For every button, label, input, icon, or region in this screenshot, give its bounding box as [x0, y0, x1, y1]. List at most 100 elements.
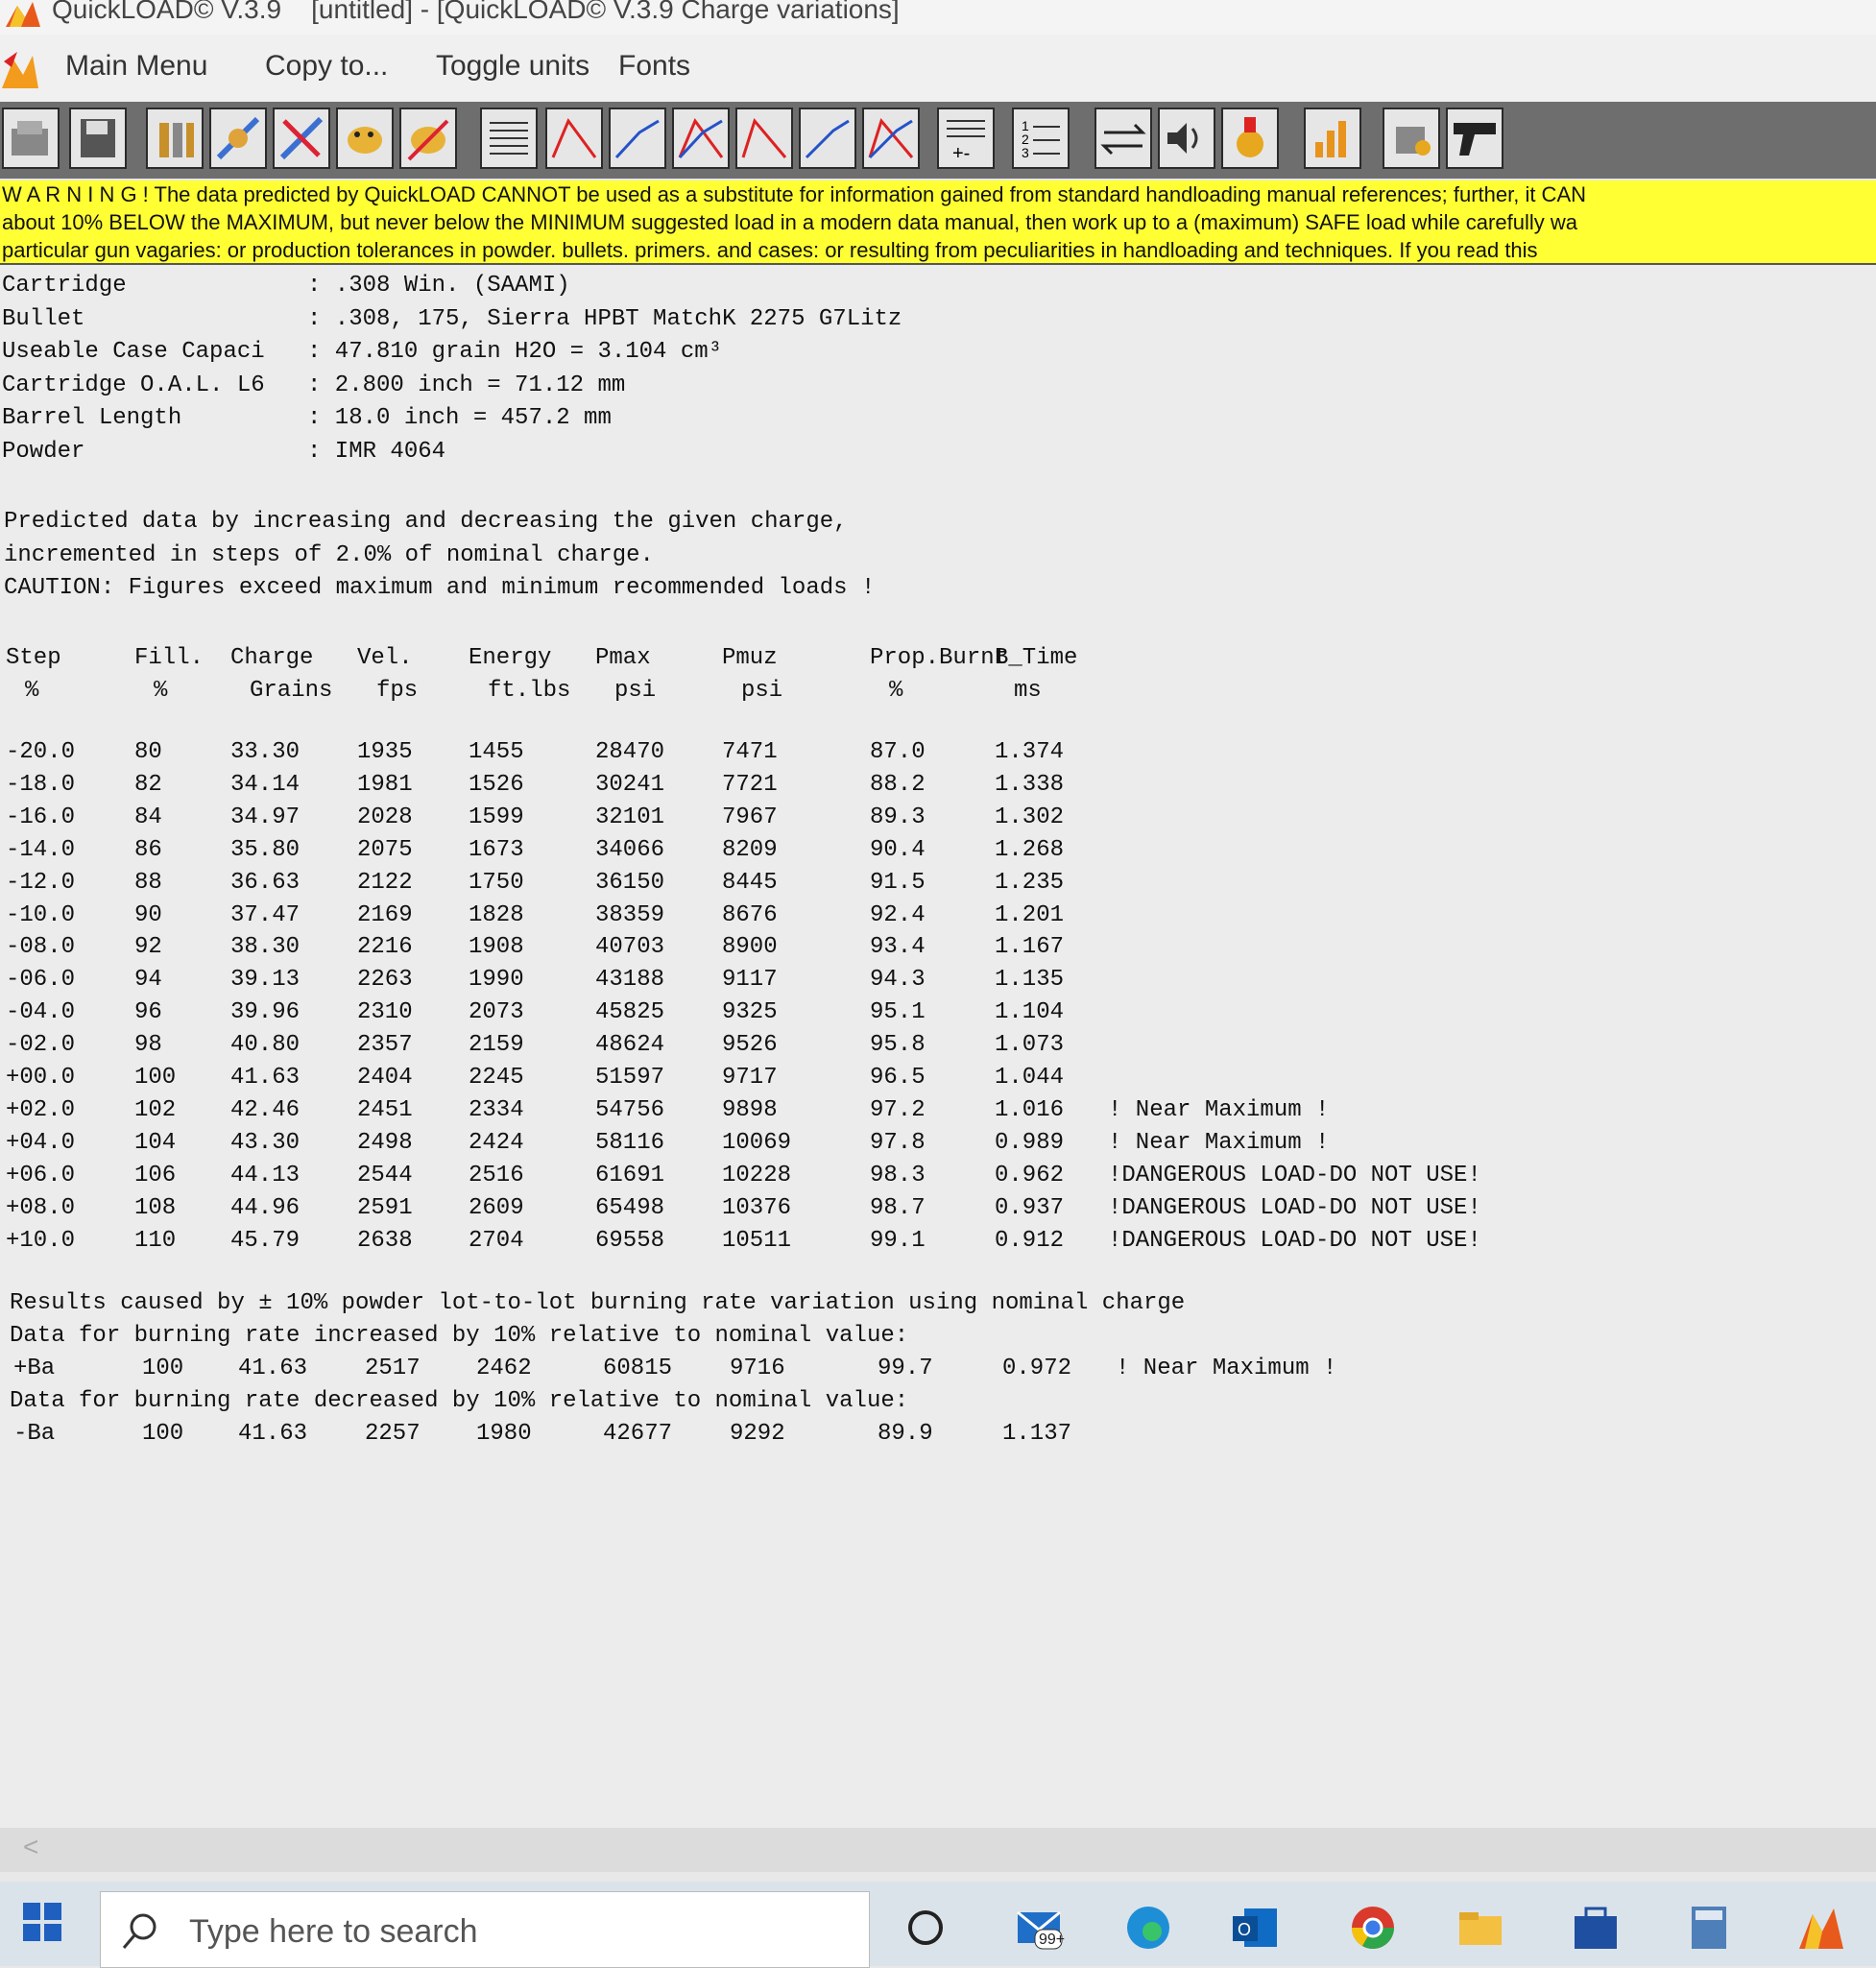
- warning-banner: W A R N I N G ! The data predicted by Qu…: [0, 180, 1876, 266]
- file-explorer-icon[interactable]: [1455, 1903, 1505, 1953]
- table-cell: 1750: [469, 869, 524, 896]
- combined-curve-icon[interactable]: [672, 108, 730, 169]
- table-cell: 1455: [469, 739, 524, 765]
- table-plus-icon[interactable]: +-: [937, 108, 995, 169]
- table-cell: 2216: [357, 934, 413, 961]
- column-unit: %: [889, 678, 903, 704]
- combined-curve-2-icon[interactable]: [862, 108, 920, 169]
- table-cell: 38.30: [230, 934, 301, 961]
- table-cell: 1.044: [995, 1065, 1065, 1091]
- table-cell: 40703: [595, 934, 665, 961]
- table-cell: 88.2: [870, 771, 926, 798]
- table-cell: 1908: [469, 934, 524, 961]
- table-cell: 1673: [469, 836, 524, 863]
- table-cell: 97.8: [870, 1129, 926, 1156]
- menu-fonts[interactable]: Fonts: [618, 50, 690, 83]
- column-unit: fps: [376, 678, 419, 704]
- menu-toggle-units[interactable]: Toggle units: [436, 50, 589, 83]
- column-unit: %: [154, 678, 168, 704]
- quickload-taskbar-icon[interactable]: [1795, 1903, 1845, 1953]
- table-cell: 2169: [357, 901, 413, 928]
- store-icon[interactable]: [1571, 1903, 1621, 1953]
- data-table-icon[interactable]: [480, 108, 538, 169]
- save-icon[interactable]: [69, 108, 127, 169]
- results-text-area[interactable]: Cartridge : .308 Win. (SAAMI) Bullet : .3…: [0, 265, 1876, 1828]
- table-cell: 2404: [357, 1065, 413, 1091]
- sound-icon[interactable]: [1158, 108, 1215, 169]
- menu-copy-to[interactable]: Copy to...: [265, 50, 388, 83]
- table-cell: 95.1: [870, 999, 926, 1026]
- info-label: Bullet: [2, 305, 265, 332]
- pressure-curve-2-icon[interactable]: [735, 108, 793, 169]
- table-cell: 96.5: [870, 1065, 926, 1091]
- bullet-delete-icon[interactable]: [273, 108, 330, 169]
- svg-text:+-: +-: [952, 143, 970, 164]
- table-cell: 89.9: [878, 1421, 933, 1447]
- table-cell: 2310: [357, 999, 413, 1026]
- taskbar-search-box[interactable]: Type here to search: [100, 1891, 870, 1968]
- table-cell: 0.989: [995, 1129, 1065, 1156]
- table-cell: 89.3: [870, 804, 926, 830]
- table-cell: 1828: [469, 901, 524, 928]
- convert-icon[interactable]: [1094, 108, 1152, 169]
- table-cell: 1.073: [995, 1032, 1065, 1059]
- table-cell: 7721: [722, 771, 778, 798]
- row-warning: !DANGEROUS LOAD-DO NOT USE!: [1108, 1227, 1481, 1254]
- velocity-curve-icon[interactable]: [609, 108, 666, 169]
- velocity-curve-2-icon[interactable]: [799, 108, 856, 169]
- table-cell: 43188: [595, 967, 665, 994]
- table-cell: 2257: [365, 1421, 421, 1447]
- column-header: Prop.Burnt: [870, 645, 1009, 671]
- toolbar: +- 123: [0, 102, 1876, 179]
- task-view-icon[interactable]: [901, 1903, 950, 1953]
- bar-chart-icon[interactable]: [1304, 108, 1361, 169]
- table-cell: 9526: [722, 1032, 778, 1059]
- table-cell: 96: [134, 999, 162, 1026]
- table-cell: 28470: [595, 739, 665, 765]
- bullet-edit-icon[interactable]: [209, 108, 267, 169]
- table-cell: 2451: [357, 1096, 413, 1123]
- info-label: Useable Case Capaci: [2, 339, 265, 365]
- table-cell: 42.46: [230, 1096, 301, 1123]
- column-header: Charge: [230, 645, 314, 671]
- scroll-left-icon[interactable]: <: [23, 1832, 38, 1862]
- table-cell: 82: [134, 771, 162, 798]
- powder-icon[interactable]: [336, 108, 394, 169]
- menu-app-icon[interactable]: [0, 48, 40, 90]
- quickload-app-icon[interactable]: [4, 0, 42, 29]
- table-cell: 2028: [357, 804, 413, 830]
- table-cell: 2638: [357, 1227, 413, 1254]
- table-cell: 8209: [722, 836, 778, 863]
- windows-start-icon[interactable]: [23, 1903, 61, 1941]
- chrome-icon[interactable]: [1348, 1903, 1398, 1953]
- cartridge-icon[interactable]: [146, 108, 204, 169]
- horizontal-scrollbar[interactable]: <: [0, 1828, 1876, 1872]
- row-warning: ! Near Maximum !: [1108, 1096, 1330, 1123]
- medal-icon[interactable]: [1221, 108, 1279, 169]
- column-header: Pmax: [595, 645, 651, 671]
- table-cell: 39.96: [230, 999, 301, 1026]
- table-cell: 7967: [722, 804, 778, 830]
- table-cell: -12.0: [6, 869, 76, 896]
- edge-icon[interactable]: [1123, 1903, 1173, 1953]
- numbered-list-icon[interactable]: 123: [1012, 108, 1070, 169]
- table-cell: -20.0: [6, 739, 76, 765]
- table-cell: 80: [134, 739, 162, 765]
- table-cell: 44.13: [230, 1162, 301, 1188]
- pressure-curve-icon[interactable]: [545, 108, 603, 169]
- menu-main[interactable]: Main Menu: [65, 50, 207, 83]
- table-cell: +02.0: [6, 1096, 76, 1123]
- table-cell: 100: [142, 1356, 184, 1381]
- outlook-icon[interactable]: O: [1231, 1903, 1281, 1953]
- table-cell: 10228: [722, 1162, 792, 1188]
- table-cell: 0.962: [995, 1162, 1065, 1188]
- calculator-icon[interactable]: [1684, 1903, 1734, 1953]
- loader-icon[interactable]: [1383, 108, 1440, 169]
- table-cell: 104: [134, 1129, 177, 1156]
- table-cell: 1.338: [995, 771, 1065, 798]
- pistol-icon[interactable]: [1446, 108, 1503, 169]
- open-file-icon[interactable]: [2, 108, 60, 169]
- table-cell: 2498: [357, 1129, 413, 1156]
- powder-edit-icon[interactable]: [399, 108, 457, 169]
- table-cell: 100: [134, 1065, 177, 1091]
